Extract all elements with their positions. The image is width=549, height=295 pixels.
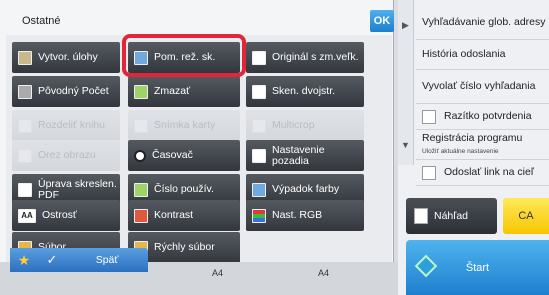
- multicrop-button[interactable]: Multicrop: [246, 110, 364, 141]
- button-label: Výpadok farby: [272, 183, 340, 195]
- duplex-scan-button[interactable]: Sken. dvojstr.: [246, 76, 364, 107]
- button-label: Číslo použív.: [154, 183, 214, 195]
- start-label: Štart: [465, 261, 490, 274]
- dialog-title: Ostatné: [22, 15, 61, 27]
- check-icon[interactable]: ✓: [38, 248, 66, 272]
- send-link-label: Odoslať link na cieľ: [444, 166, 534, 178]
- button-label: Multicrop: [272, 119, 315, 131]
- rgb-icon: [252, 208, 266, 223]
- program-registration-sub: Uložiť aktuálne nastavenie: [422, 147, 499, 155]
- button-label: Zmazať: [154, 85, 191, 97]
- preview-button[interactable]: Náhľad: [406, 198, 497, 234]
- job-build-icon: [18, 50, 32, 65]
- original-count-icon: [18, 84, 32, 99]
- start-icon: [414, 254, 438, 278]
- contrast-icon: [134, 208, 148, 223]
- back-button[interactable]: Späť: [66, 248, 148, 272]
- send-link-to-destination[interactable]: Odoslať link na cieľ: [416, 160, 549, 186]
- pdf-skew-icon: [18, 182, 32, 197]
- program-registration-label: Registrácia programu: [422, 131, 523, 144]
- button-label: Pôvodný Počet: [38, 85, 109, 97]
- send-link-checkbox[interactable]: [422, 165, 436, 180]
- verification-stamp[interactable]: Razítko potvrdenia: [416, 104, 549, 130]
- button-label: Nast. RGB: [272, 209, 323, 221]
- highlight-frame: [122, 34, 246, 77]
- button-label: Kontrast: [154, 209, 194, 221]
- ca-button[interactable]: CA: [503, 198, 549, 234]
- card-shot-icon: [134, 118, 148, 133]
- original-count-button[interactable]: Pôvodný Počet: [12, 76, 120, 107]
- program-registration[interactable]: Registrácia programu Uložiť aktuálne nas…: [416, 130, 549, 160]
- verification-stamp-checkbox[interactable]: [422, 109, 436, 124]
- erase-button[interactable]: Zmazať: [128, 76, 240, 107]
- button-label: Nastavenie pozadia: [272, 143, 325, 167]
- button-label: Vytvor. úlohy: [38, 51, 98, 63]
- recall-search-number[interactable]: Vyvolať číslo vyhľadania: [416, 70, 549, 104]
- user-number-icon: [134, 182, 148, 197]
- send-history[interactable]: História odoslania: [416, 40, 549, 70]
- multicrop-icon: [252, 118, 266, 133]
- recall-search-number-label: Vyvolať číslo vyhľadania: [422, 80, 536, 92]
- book-divide-icon: [18, 118, 32, 133]
- button-label: Úprava skreslen. PDF: [38, 177, 117, 201]
- button-label: Rýchly súbor: [154, 241, 215, 253]
- sharpness-icon: AA: [18, 208, 36, 223]
- card-shot-button[interactable]: Snímka karty: [128, 110, 240, 141]
- image-crop-button[interactable]: Orez obrazu: [12, 140, 120, 171]
- button-label: Časovač: [152, 149, 193, 161]
- mixed-size-icon: [252, 50, 266, 65]
- preview-icon: [414, 208, 428, 224]
- mixed-size-original-button[interactable]: Originál s zm.veľk.: [246, 42, 364, 73]
- verification-stamp-label: Razítko potvrdenia: [444, 110, 532, 122]
- button-label: Rozdeliť knihu: [38, 119, 105, 131]
- sharpness-button[interactable]: AA Ostrosť: [12, 200, 120, 231]
- rgb-adjust-button[interactable]: Nast. RGB: [246, 200, 364, 231]
- clock-icon: [134, 149, 146, 162]
- expand-icon: ▶: [402, 20, 409, 30]
- background-adjust-button[interactable]: Nastavenie pozadia: [246, 140, 364, 171]
- button-label: Orez obrazu: [38, 149, 96, 161]
- preview-label: Náhľad: [434, 210, 469, 222]
- ok-button[interactable]: OK: [370, 10, 394, 32]
- start-button[interactable]: Štart: [406, 240, 549, 295]
- color-dropout-icon: [252, 182, 266, 197]
- job-build-button[interactable]: Vytvor. úlohy: [12, 42, 120, 73]
- timer-button[interactable]: Časovač: [128, 140, 240, 171]
- background-icon: [252, 148, 266, 163]
- button-label: Ostrosť: [42, 209, 77, 221]
- duplex-scan-icon: [252, 84, 266, 99]
- book-divide-button[interactable]: Rozdeliť knihu: [12, 110, 120, 141]
- image-crop-icon: [18, 148, 32, 163]
- global-address-search-label: Vyhľadávanie glob. adresy: [422, 16, 546, 28]
- button-label: Snímka karty: [154, 119, 216, 131]
- erase-icon: [134, 84, 148, 99]
- paper-size-right: A4: [318, 268, 330, 278]
- send-history-label: História odoslania: [422, 48, 506, 60]
- star-icon[interactable]: ★: [10, 248, 38, 272]
- panel-toggle[interactable]: ▶ ▼: [398, 0, 414, 165]
- chevron-down-icon: ▼: [401, 140, 410, 150]
- paper-size-left: A4: [212, 268, 224, 278]
- global-address-search[interactable]: Vyhľadávanie glob. adresy: [416, 6, 549, 40]
- button-label: Sken. dvojstr.: [272, 85, 336, 97]
- contrast-button[interactable]: Kontrast: [128, 200, 240, 231]
- button-label: Originál s zm.veľk.: [272, 51, 359, 63]
